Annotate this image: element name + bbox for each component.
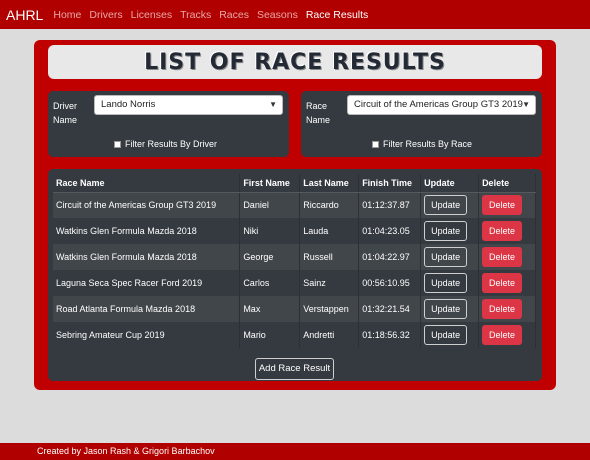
table-row: Circuit of the Americas Group GT3 2019 D… (53, 192, 536, 218)
nav-drivers[interactable]: Drivers (89, 9, 122, 21)
cell-last-name: Sainz (299, 270, 360, 296)
main-panel: LIST OF RACE RESULTS Driver Name Lando N… (34, 40, 556, 390)
update-button[interactable]: Update (424, 273, 468, 293)
cell-race-name: Road Atlanta Formula Mazda 2018 (53, 296, 241, 322)
nav-seasons[interactable]: Seasons (257, 9, 298, 21)
nav-tracks[interactable]: Tracks (180, 9, 211, 21)
chevron-down-icon: ▼ (522, 100, 530, 109)
update-button[interactable]: Update (424, 221, 468, 241)
delete-button[interactable]: Delete (482, 299, 523, 319)
cell-last-name: Verstappen (299, 296, 360, 322)
cell-first-name: Carlos (239, 270, 301, 296)
cell-update: Update (420, 244, 480, 270)
cell-last-name: Riccardo (299, 192, 360, 218)
cell-last-name: Andretti (299, 322, 360, 348)
results-table: Race Name First Name Last Name Finish Ti… (53, 174, 536, 348)
race-filter-checkbox[interactable] (372, 140, 379, 148)
cell-finish-time: 00:56:10.95 (358, 270, 422, 296)
race-filter-card: Race Name Circuit of the Americas Group … (301, 91, 542, 157)
cell-race-name: Laguna Seca Spec Racer Ford 2019 (53, 270, 241, 296)
update-button[interactable]: Update (424, 247, 468, 267)
header-race-name: Race Name (53, 174, 241, 193)
cell-update: Update (420, 218, 480, 244)
cell-finish-time: 01:04:22.97 (358, 244, 422, 270)
driver-select[interactable]: Lando Norris ▼ (94, 95, 283, 115)
race-filter-checkbox-label: Filter Results By Race (383, 139, 473, 149)
cell-first-name: Mario (239, 322, 301, 348)
race-filter-checkbox-row[interactable]: Filter Results By Race (372, 139, 472, 149)
delete-button[interactable]: Delete (482, 221, 523, 241)
table-row: Watkins Glen Formula Mazda 2018 George R… (53, 244, 536, 270)
header-delete: Delete (478, 174, 536, 193)
brand-link[interactable]: AHRL (6, 7, 43, 23)
driver-select-value: Lando Norris (101, 99, 156, 110)
cell-first-name: George (239, 244, 301, 270)
delete-button[interactable]: Delete (482, 247, 523, 267)
header-last-name: Last Name (299, 174, 360, 193)
update-button[interactable]: Update (424, 325, 468, 345)
header-update: Update (420, 174, 480, 193)
cell-race-name: Circuit of the Americas Group GT3 2019 (53, 192, 241, 218)
nav-races[interactable]: Races (219, 9, 249, 21)
header-finish-time: Finish Time (358, 174, 422, 193)
table-header-row: Race Name First Name Last Name Finish Ti… (53, 174, 536, 193)
cell-update: Update (420, 192, 480, 218)
cell-first-name: Niki (239, 218, 301, 244)
navbar: AHRL Home Drivers Licenses Tracks Races … (0, 0, 590, 29)
cell-delete: Delete (478, 322, 536, 348)
cell-first-name: Max (239, 296, 301, 322)
delete-button[interactable]: Delete (482, 325, 523, 345)
cell-update: Update (420, 322, 480, 348)
cell-finish-time: 01:18:56.32 (358, 322, 422, 348)
cell-last-name: Russell (299, 244, 360, 270)
delete-button[interactable]: Delete (482, 273, 523, 293)
header-first-name: First Name (239, 174, 301, 193)
update-button[interactable]: Update (424, 299, 468, 319)
cell-delete: Delete (478, 192, 536, 218)
driver-filter-checkbox[interactable] (114, 140, 121, 148)
cell-finish-time: 01:12:37.87 (358, 192, 422, 218)
cell-delete: Delete (478, 270, 536, 296)
table-row: Sebring Amateur Cup 2019 Mario Andretti … (53, 322, 536, 348)
cell-race-name: Watkins Glen Formula Mazda 2018 (53, 218, 241, 244)
cell-race-name: Sebring Amateur Cup 2019 (53, 322, 241, 348)
driver-filter-checkbox-label: Filter Results By Driver (125, 139, 218, 149)
footer: Created by Jason Rash & Grigori Barbacho… (0, 443, 590, 460)
table-row: Road Atlanta Formula Mazda 2018 Max Vers… (53, 296, 536, 322)
cell-finish-time: 01:04:23.05 (358, 218, 422, 244)
chevron-down-icon: ▼ (269, 100, 277, 109)
nav-home[interactable]: Home (53, 9, 81, 21)
cell-last-name: Lauda (299, 218, 360, 244)
title-box: LIST OF RACE RESULTS (48, 45, 542, 79)
driver-filter-label: Driver Name (53, 101, 78, 125)
cell-finish-time: 01:32:21.54 (358, 296, 422, 322)
table-row: Laguna Seca Spec Racer Ford 2019 Carlos … (53, 270, 536, 296)
cell-delete: Delete (478, 244, 536, 270)
driver-filter-card: Driver Name Lando Norris ▼ Filter Result… (48, 91, 289, 157)
add-race-result-button[interactable]: Add Race Result (255, 358, 334, 380)
cell-first-name: Daniel (239, 192, 301, 218)
driver-filter-checkbox-row[interactable]: Filter Results By Driver (114, 139, 217, 149)
cell-update: Update (420, 296, 480, 322)
nav-race-results[interactable]: Race Results (306, 9, 368, 21)
race-select-value: Circuit of the Americas Group GT3 2019 (354, 99, 523, 110)
results-table-card: Race Name First Name Last Name Finish Ti… (48, 169, 542, 381)
cell-delete: Delete (478, 218, 536, 244)
update-button[interactable]: Update (424, 195, 468, 216)
table-row: Watkins Glen Formula Mazda 2018 Niki Lau… (53, 218, 536, 244)
cell-delete: Delete (478, 296, 536, 322)
cell-race-name: Watkins Glen Formula Mazda 2018 (53, 244, 241, 270)
cell-update: Update (420, 270, 480, 296)
race-filter-label: Race Name (306, 101, 331, 125)
nav-licenses[interactable]: Licenses (131, 9, 172, 21)
page-title: LIST OF RACE RESULTS (144, 49, 446, 75)
race-select[interactable]: Circuit of the Americas Group GT3 2019 ▼ (347, 95, 536, 115)
delete-button[interactable]: Delete (482, 195, 523, 216)
